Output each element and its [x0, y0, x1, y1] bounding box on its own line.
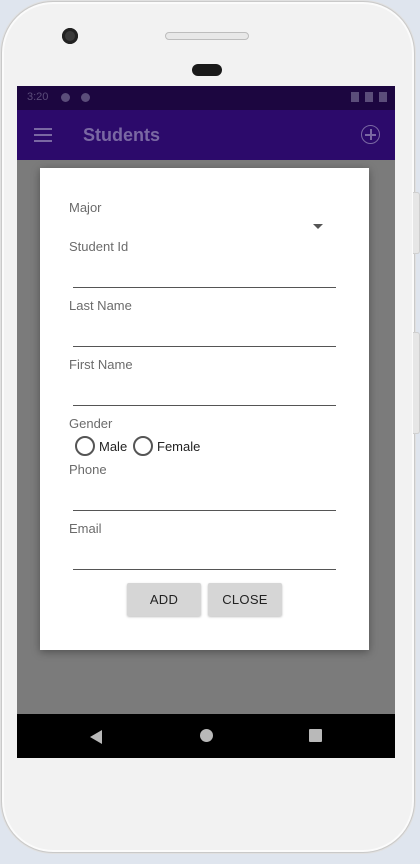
earpiece-speaker — [165, 32, 249, 40]
nav-recents-icon[interactable] — [309, 729, 322, 742]
last-name-label: Last Name — [69, 298, 132, 313]
gender-female-label: Female — [157, 439, 201, 454]
wifi-icon — [351, 92, 359, 102]
add-circle-icon[interactable] — [361, 125, 380, 144]
power-button — [413, 332, 420, 434]
gender-male-label: Male — [99, 439, 128, 454]
gender-female-radio[interactable] — [133, 436, 153, 456]
status-time: 3:20 — [27, 91, 49, 103]
front-camera — [62, 28, 78, 44]
student-id-input[interactable] — [73, 287, 336, 288]
first-name-label: First Name — [69, 357, 133, 372]
notification-icon — [61, 93, 70, 102]
volume-button — [413, 192, 420, 254]
email-label: Email — [69, 521, 102, 536]
proximity-sensor — [192, 64, 222, 76]
battery-icon — [379, 92, 387, 102]
add-button[interactable]: ADD — [127, 583, 201, 616]
gender-label: Gender — [69, 416, 113, 431]
app-bar: Students — [17, 110, 395, 160]
add-student-dialog: Major Student Id Last Name First Name Ge… — [40, 168, 369, 650]
signal-icon — [365, 92, 373, 102]
gender-male-radio[interactable] — [75, 436, 95, 456]
phone-input[interactable] — [73, 510, 336, 511]
close-button[interactable]: CLOSE — [208, 583, 282, 616]
major-label: Major — [69, 200, 102, 215]
dropdown-arrow-icon[interactable] — [313, 224, 323, 229]
status-bar: 3:20 — [17, 86, 395, 110]
email-input[interactable] — [73, 569, 336, 570]
last-name-input[interactable] — [73, 346, 336, 347]
navigation-bar — [17, 714, 395, 758]
sync-icon — [81, 93, 90, 102]
nav-home-icon[interactable] — [200, 729, 213, 742]
nav-back-icon[interactable] — [90, 730, 102, 744]
student-id-label: Student Id — [69, 239, 129, 254]
phone-label: Phone — [69, 462, 107, 477]
first-name-input[interactable] — [73, 405, 336, 406]
menu-icon[interactable] — [34, 128, 52, 142]
app-title: Students — [83, 125, 161, 145]
